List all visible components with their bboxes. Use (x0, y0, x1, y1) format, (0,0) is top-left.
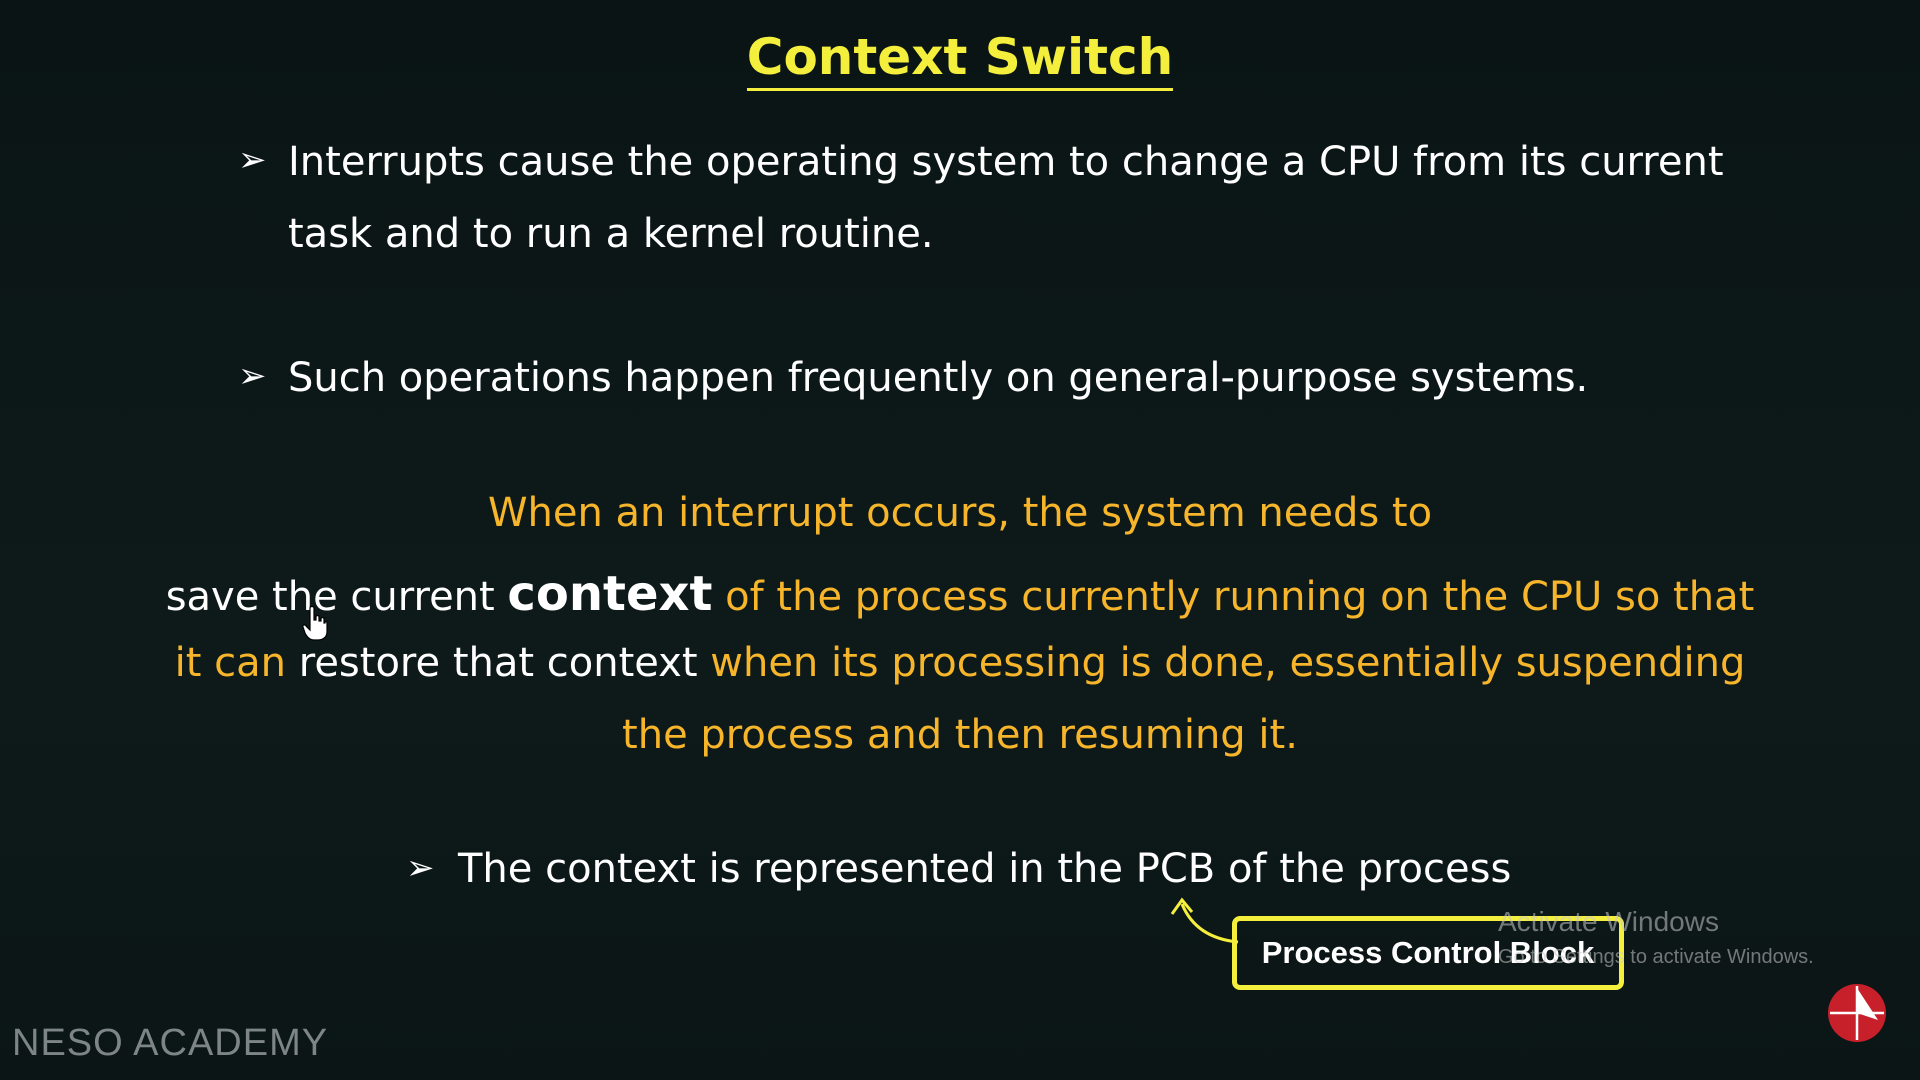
bullet-1: Interrupts cause the operating system to… (288, 126, 1728, 270)
bullet-2-line-1: Such operations happen frequently on gen… (288, 355, 1589, 401)
paragraph-line-3-yellow-a: it can (174, 640, 299, 686)
arrow-bullet-icon: ➢ (238, 356, 267, 396)
brand-watermark: NESO ACADEMY (12, 1022, 329, 1064)
arrow-bullet-icon: ➢ (238, 140, 267, 180)
hand-pointer-icon (302, 606, 328, 641)
bullet-3-line-1: The context is represented in the PCB of… (458, 846, 1512, 892)
paragraph-line-2-white: save the current (165, 574, 508, 620)
paragraph-line-3-white: restore that context (298, 640, 698, 686)
bullet-1-line-1: Interrupts cause the operating system to… (288, 139, 1724, 185)
paragraph-line-3: it can restore that context when its pro… (0, 640, 1920, 686)
paragraph-line-2: save the current context of the process … (0, 566, 1920, 622)
slide: Context Switch ➢ Interrupts cause the op… (0, 0, 1920, 1080)
paragraph-line-3-yellow-b: when its processing is done, essentially… (697, 640, 1746, 686)
arrow-bullet-icon: ➢ (406, 848, 435, 888)
bullet-2: Such operations happen frequently on gen… (288, 342, 1728, 414)
bullet-1-line-2: task and to run a kernel routine. (288, 211, 934, 257)
slide-title: Context Switch (0, 28, 1920, 91)
paragraph-line-2-rest: of the process currently running on the … (712, 574, 1755, 620)
paragraph-line-4-text: the process and then resuming it. (622, 712, 1298, 758)
paragraph-line-4: the process and then resuming it. (0, 712, 1920, 758)
paragraph-line-1: When an interrupt occurs, the system nee… (0, 490, 1920, 536)
neso-logo-icon (1828, 984, 1886, 1042)
bullet-3: The context is represented in the PCB of… (458, 833, 1658, 905)
activate-windows-hint[interactable]: Go to Settings to activate Windows. (1498, 946, 1814, 969)
context-keyword: context (507, 566, 713, 622)
slide-title-text: Context Switch (746, 28, 1174, 91)
paragraph-line-1-text: When an interrupt occurs, the system nee… (487, 490, 1433, 536)
activate-windows-title: Activate Windows (1498, 906, 1719, 937)
